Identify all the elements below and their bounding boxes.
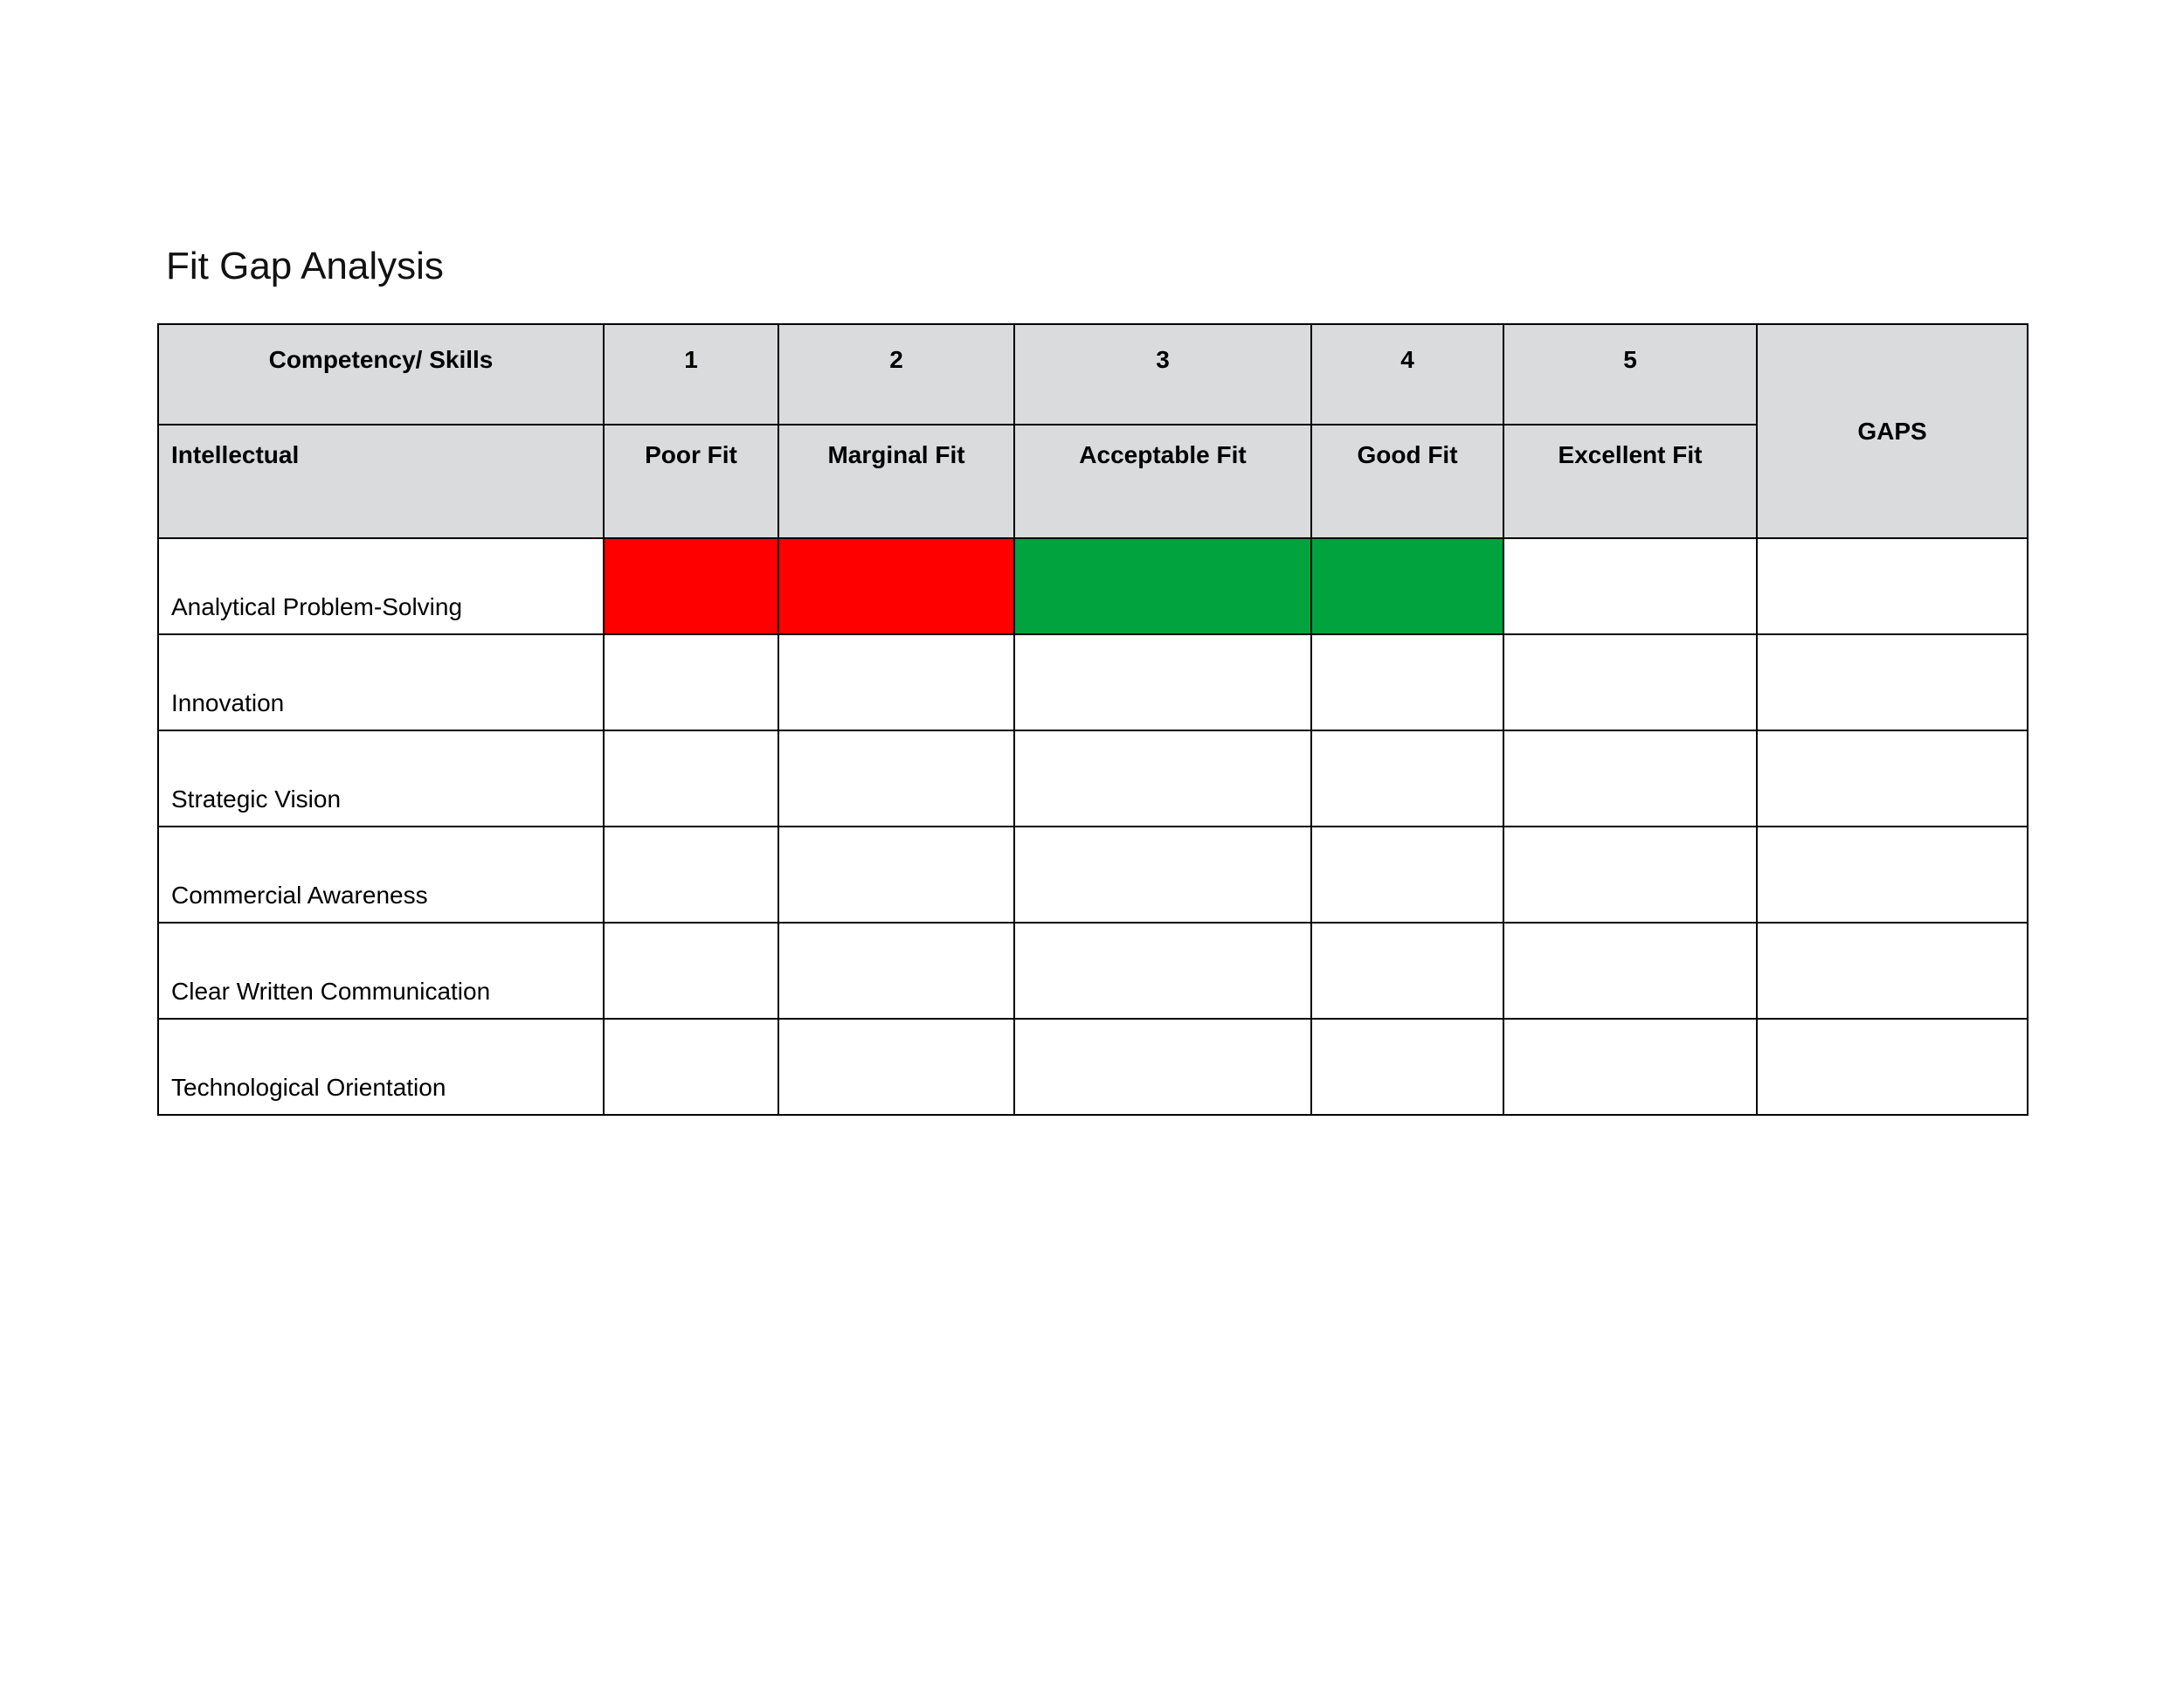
gaps-cell [1757, 634, 2028, 730]
row-label: Technological Orientation [158, 1019, 604, 1115]
rating-cell [778, 538, 1014, 634]
table-body: Analytical Problem-SolvingInnovationStra… [158, 538, 2028, 1115]
rating-cell [1503, 730, 1757, 827]
header-scale-1-label: Poor Fit [604, 425, 778, 538]
document-page: Fit Gap Analysis Competency/ Skills 1 2 … [0, 0, 2184, 1688]
rating-cell [1311, 730, 1503, 827]
rating-cell [1014, 538, 1311, 634]
header-scale-3-num: 3 [1014, 324, 1311, 425]
rating-cell [1014, 730, 1311, 827]
rating-cell [778, 730, 1014, 827]
gaps-cell [1757, 1019, 2028, 1115]
rating-cell [1503, 538, 1757, 634]
row-label: Strategic Vision [158, 730, 604, 827]
rating-cell [1014, 634, 1311, 730]
gaps-cell [1757, 538, 2028, 634]
header-scale-4-label: Good Fit [1311, 425, 1503, 538]
rating-cell [778, 827, 1014, 923]
rating-cell [1014, 827, 1311, 923]
rating-cell [1503, 634, 1757, 730]
header-scale-5-label: Excellent Fit [1503, 425, 1757, 538]
table-row: Technological Orientation [158, 1019, 2028, 1115]
rating-cell [1311, 923, 1503, 1019]
gaps-cell [1757, 827, 2028, 923]
table-row: Commercial Awareness [158, 827, 2028, 923]
row-label: Commercial Awareness [158, 827, 604, 923]
header-section-intellectual: Intellectual [158, 425, 604, 538]
rating-cell [778, 634, 1014, 730]
rating-cell [1311, 827, 1503, 923]
rating-cell [604, 923, 778, 1019]
rating-cell [1503, 1019, 1757, 1115]
table-header-row-1: Competency/ Skills 1 2 3 4 5 GAPS [158, 324, 2028, 425]
rating-cell [778, 923, 1014, 1019]
header-scale-3-label: Acceptable Fit [1014, 425, 1311, 538]
rating-cell [604, 634, 778, 730]
header-scale-2-label: Marginal Fit [778, 425, 1014, 538]
rating-cell [1311, 1019, 1503, 1115]
table-row: Analytical Problem-Solving [158, 538, 2028, 634]
row-label: Analytical Problem-Solving [158, 538, 604, 634]
rating-cell [1014, 923, 1311, 1019]
header-scale-5-num: 5 [1503, 324, 1757, 425]
header-scale-2-num: 2 [778, 324, 1014, 425]
rating-cell [1311, 538, 1503, 634]
header-competency: Competency/ Skills [158, 324, 604, 425]
gaps-cell [1757, 730, 2028, 827]
page-title: Fit Gap Analysis [166, 245, 2027, 288]
rating-cell [604, 538, 778, 634]
rating-cell [1503, 923, 1757, 1019]
table-row: Innovation [158, 634, 2028, 730]
rating-cell [604, 730, 778, 827]
fit-gap-table: Competency/ Skills 1 2 3 4 5 GAPS Intell… [157, 323, 2028, 1116]
row-label: Innovation [158, 634, 604, 730]
header-scale-4-num: 4 [1311, 324, 1503, 425]
table-row: Clear Written Communication [158, 923, 2028, 1019]
table-header-row-2: Intellectual Poor Fit Marginal Fit Accep… [158, 425, 2028, 538]
table-row: Strategic Vision [158, 730, 2028, 827]
rating-cell [1503, 827, 1757, 923]
rating-cell [1014, 1019, 1311, 1115]
gaps-cell [1757, 923, 2028, 1019]
header-gaps: GAPS [1757, 324, 2028, 538]
rating-cell [604, 827, 778, 923]
rating-cell [778, 1019, 1014, 1115]
rating-cell [1311, 634, 1503, 730]
row-label: Clear Written Communication [158, 923, 604, 1019]
header-scale-1-num: 1 [604, 324, 778, 425]
rating-cell [604, 1019, 778, 1115]
